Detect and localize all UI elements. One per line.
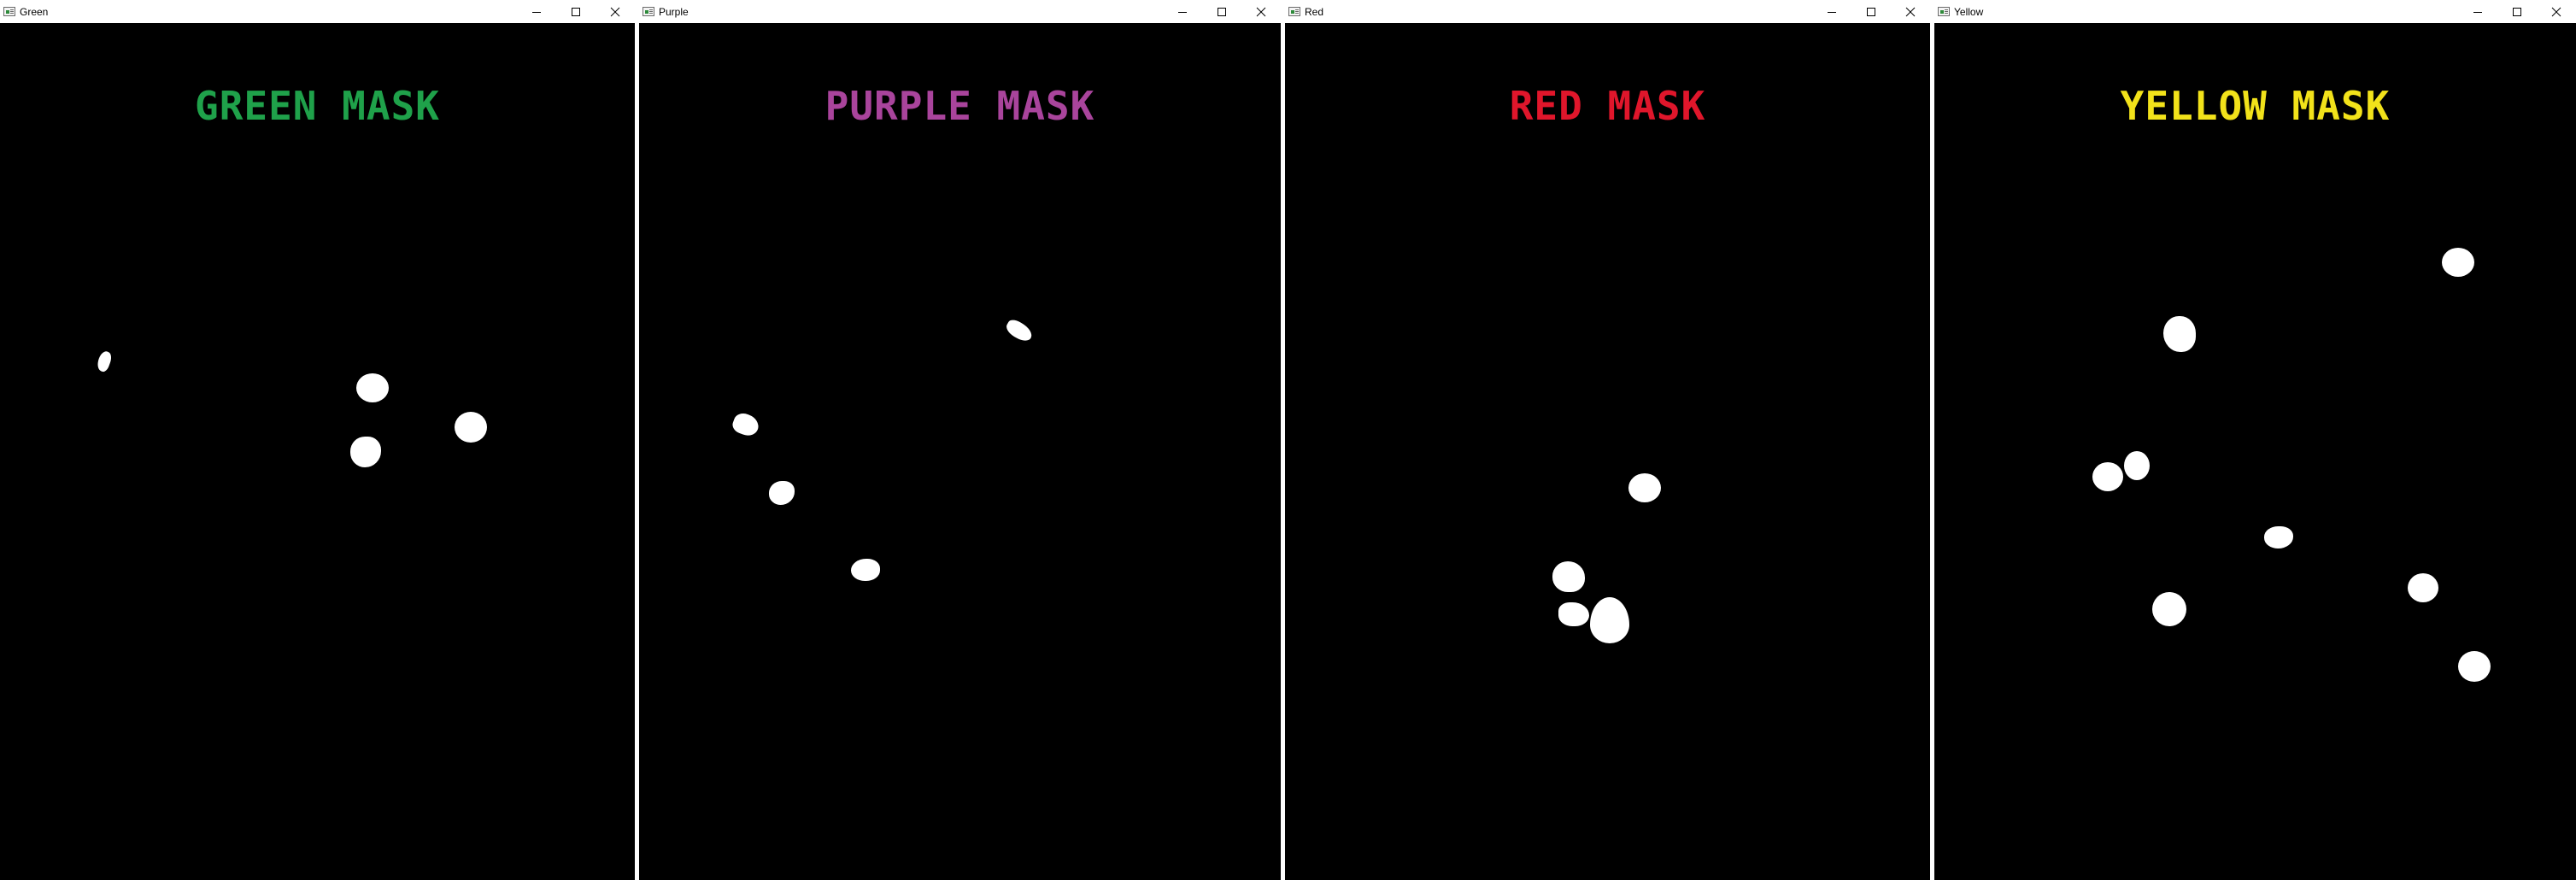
window-app-icon (1288, 7, 1300, 16)
mask-blob (1590, 597, 1629, 643)
window-titlebar[interactable]: Red (1285, 0, 1930, 23)
maximize-button[interactable] (1202, 0, 1241, 23)
mask-title: RED MASK (1509, 83, 1706, 129)
close-button[interactable] (1891, 0, 1930, 23)
window-app-icon (1938, 7, 1950, 16)
window-controls (517, 0, 635, 23)
mask-blob (1628, 473, 1661, 502)
mask-blob (2152, 592, 2186, 626)
close-icon (1905, 7, 1916, 16)
mask-title: YELLOW MASK (2120, 83, 2391, 129)
minimize-button[interactable] (1163, 0, 1202, 23)
mask-blob (2442, 248, 2474, 277)
window-yellow[interactable]: Yellow YELLOW MASK (1934, 0, 2576, 880)
mask-blob (1552, 561, 1585, 592)
window-title: Green (20, 5, 49, 18)
mask-blob (2163, 316, 2196, 352)
window-controls (2458, 0, 2576, 23)
maximize-icon (572, 7, 580, 16)
window-title: Purple (659, 5, 689, 18)
mask-blob (350, 437, 381, 467)
window-title: Yellow (1954, 5, 1984, 18)
close-icon (1256, 7, 1266, 16)
window-app-icon (643, 7, 654, 16)
mask-blob (2264, 526, 2293, 549)
window-title: Red (1305, 5, 1324, 18)
minimize-icon (2473, 11, 2482, 13)
mask-title: PURPLE MASK (824, 83, 1095, 129)
maximize-icon (1867, 7, 1875, 16)
minimize-button[interactable] (517, 0, 556, 23)
window-green[interactable]: Green GREEN MASK (0, 0, 635, 880)
mask-blob (1558, 602, 1589, 626)
maximize-icon (2513, 7, 2521, 16)
minimize-icon (1828, 11, 1836, 13)
window-red[interactable]: Red RED MASK (1285, 0, 1930, 880)
maximize-button[interactable] (556, 0, 596, 23)
mask-blob (2124, 451, 2150, 480)
mask-blob (455, 412, 487, 443)
minimize-icon (1178, 11, 1187, 13)
window-titlebar[interactable]: Green (0, 0, 635, 23)
window-app-icon (3, 7, 15, 16)
mask-blob (769, 481, 795, 505)
window-titlebar[interactable]: Yellow (1934, 0, 2576, 23)
close-button[interactable] (596, 0, 635, 23)
close-button[interactable] (2537, 0, 2576, 23)
mask-blob (2408, 573, 2438, 602)
mask-canvas: RED MASK (1285, 23, 1930, 880)
maximize-icon (1218, 7, 1226, 16)
mask-blob (851, 559, 880, 581)
close-icon (2551, 7, 2561, 16)
maximize-button[interactable] (1851, 0, 1891, 23)
close-icon (610, 7, 620, 16)
mask-blob (95, 349, 114, 373)
mask-canvas: GREEN MASK (0, 23, 635, 880)
close-button[interactable] (1241, 0, 1281, 23)
minimize-button[interactable] (2458, 0, 2497, 23)
mask-canvas: PURPLE MASK (639, 23, 1281, 880)
mask-blob (1003, 317, 1036, 344)
minimize-icon (532, 11, 541, 13)
mask-title: GREEN MASK (195, 83, 440, 129)
desktop: Green GREEN MASK Purple PURPLE MASK Red … (0, 0, 2576, 880)
mask-blob (356, 373, 389, 402)
mask-blob (2092, 462, 2123, 491)
window-titlebar[interactable]: Purple (639, 0, 1281, 23)
maximize-button[interactable] (2497, 0, 2537, 23)
mask-canvas: YELLOW MASK (1934, 23, 2576, 880)
window-controls (1163, 0, 1281, 23)
window-controls (1812, 0, 1930, 23)
window-purple[interactable]: Purple PURPLE MASK (639, 0, 1281, 880)
mask-blob (2458, 651, 2491, 682)
mask-blob (730, 410, 762, 439)
minimize-button[interactable] (1812, 0, 1851, 23)
